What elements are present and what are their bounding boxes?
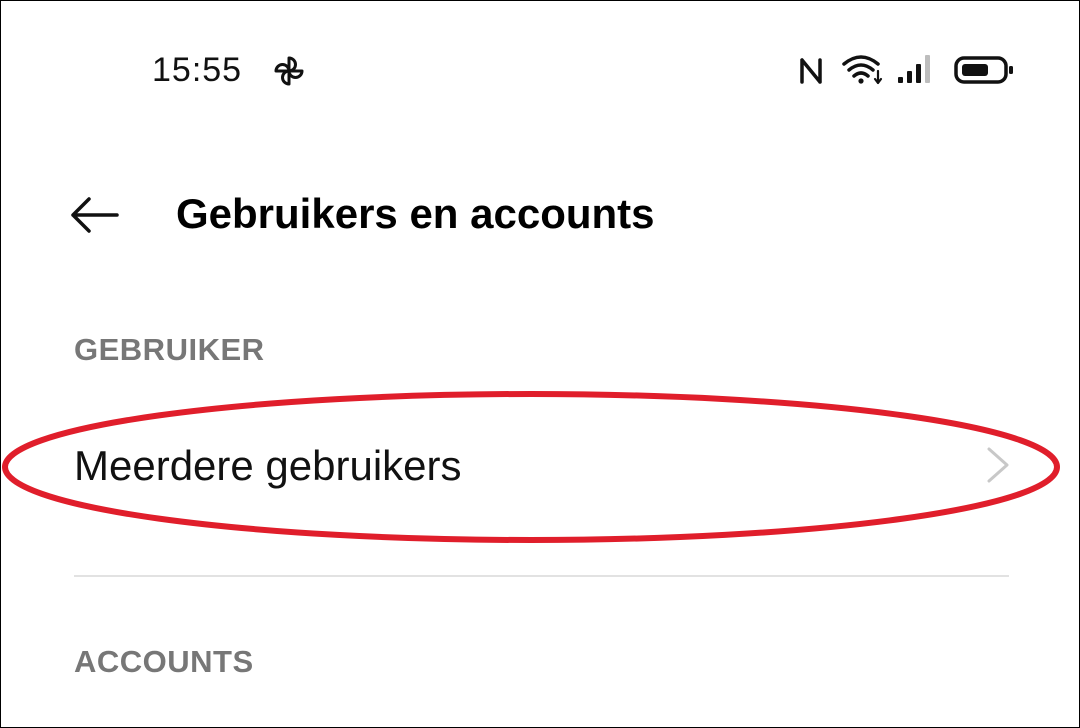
back-button[interactable] bbox=[65, 191, 125, 239]
signal-icon bbox=[898, 55, 930, 83]
chevron-right-icon bbox=[987, 447, 1009, 483]
list-item-multiple-users[interactable]: Meerdere gebruikers bbox=[1, 411, 1079, 521]
page-title: Gebruikers en accounts bbox=[176, 190, 655, 237]
settings-screen: 15:55 Gebruikers en accounts GEBRUIKER M… bbox=[0, 0, 1080, 728]
wifi-icon bbox=[842, 55, 883, 85]
status-time: 15:55 bbox=[152, 51, 243, 89]
section-header-accounts: ACCOUNTS bbox=[74, 644, 254, 679]
section-header-user: GEBRUIKER bbox=[74, 332, 265, 367]
list-item-label: Meerdere gebruikers bbox=[74, 442, 462, 489]
battery-icon bbox=[954, 56, 1013, 84]
divider bbox=[74, 575, 1009, 577]
nfc-icon bbox=[800, 58, 822, 84]
arrow-left-icon bbox=[71, 197, 119, 233]
pinwheel-icon bbox=[274, 56, 304, 86]
